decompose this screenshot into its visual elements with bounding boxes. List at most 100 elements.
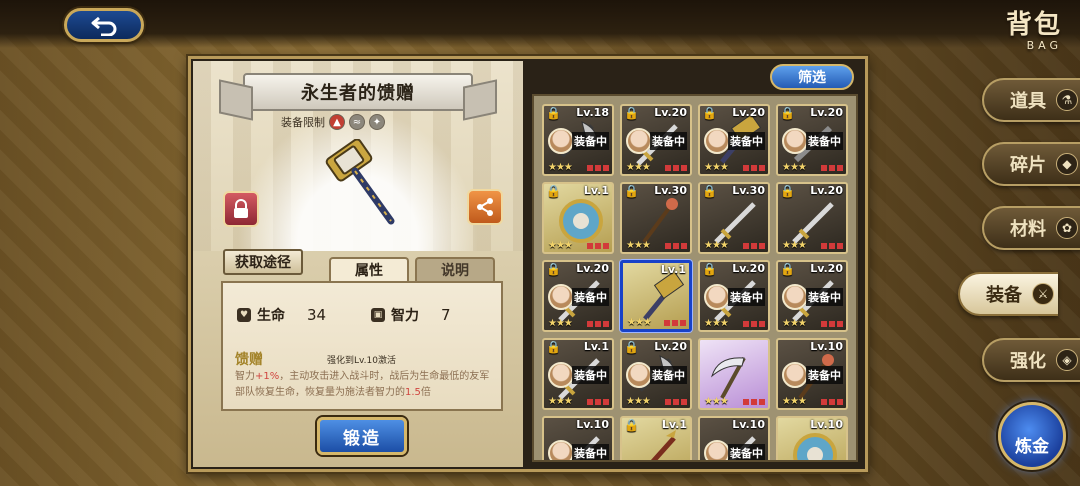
slot-level: Lv.20 <box>732 262 765 275</box>
back-button[interactable] <box>64 8 144 42</box>
inventory-slot[interactable]: ★★★ <box>698 338 770 410</box>
item-showcase: 永生者的馈赠 装备限制 ▲ ≈ ✦ <box>193 61 523 251</box>
star-rating: ★★★ <box>704 318 729 329</box>
star-rating: ★★★ <box>548 162 573 173</box>
inventory-slot[interactable]: 🔒 Lv.1 装备中 ★★★ <box>542 338 614 410</box>
lock-icon: 🔒 <box>624 340 639 354</box>
star-rating: ★★★ <box>782 318 807 329</box>
inventory-slot[interactable]: Lv.10装备中★★★ <box>776 338 848 410</box>
tab-attributes[interactable]: 属性 <box>329 257 409 281</box>
refine-marks <box>743 243 765 249</box>
lock-icon: 🔒 <box>702 262 717 276</box>
star-rating: ★★★ <box>704 240 729 251</box>
equipped-badge: 装备中 <box>572 366 609 384</box>
inventory-grid: 🔒 Lv.18 装备中 ★★★ 🔒 Lv.20 装备中 ★★★ 🔒 Lv.20 装备中 ★★★ 🔒 Lv.… <box>542 104 848 460</box>
tab-description[interactable]: 说明 <box>415 257 495 281</box>
equipped-badge: 装备中 <box>806 366 843 384</box>
lock-icon: 🔒 <box>546 262 561 276</box>
filter-button[interactable]: 筛选 <box>770 64 854 90</box>
lock-icon: 🔒 <box>780 106 795 120</box>
slot-level: Lv.1 <box>660 263 686 276</box>
alchemy-button[interactable]: 炼金 <box>998 402 1066 470</box>
forge-button[interactable]: 锻造 <box>317 417 407 455</box>
slot-level: Lv.20 <box>732 106 765 119</box>
page-title: 背包 BAG <box>1006 4 1062 52</box>
share-button[interactable] <box>467 189 503 225</box>
side-nav-item[interactable]: 强化 ◈ <box>982 338 1080 382</box>
page-title-cn: 背包 <box>1005 10 1062 40</box>
side-nav-item[interactable]: 材料 ✿ <box>982 206 1080 250</box>
class-mage-icon: ≈ <box>349 114 365 130</box>
slot-level: Lv.10 <box>810 340 843 353</box>
refine-marks <box>587 321 609 327</box>
slot-level: Lv.20 <box>654 340 687 353</box>
slot-level: Lv.20 <box>810 262 843 275</box>
refine-marks <box>587 165 609 171</box>
slot-level: Lv.20 <box>810 106 843 119</box>
alchemy-label: 炼金 <box>1015 437 1049 457</box>
lock-icon: 🔒 <box>702 106 717 120</box>
slot-level: Lv.1 <box>583 340 609 353</box>
lock-icon: 🔒 <box>624 106 639 120</box>
shield-weapon-icon <box>793 433 837 460</box>
inventory-slot[interactable]: Lv.10装备中★★★ <box>698 416 770 460</box>
star-rating: ★★★ <box>548 240 573 251</box>
hero-avatar <box>548 362 574 388</box>
inventory-slot[interactable]: Lv.1 ★★★ <box>620 260 692 332</box>
star-rating: ★★★ <box>548 318 573 329</box>
hero-avatar <box>704 284 730 310</box>
equipped-badge: 装备中 <box>572 444 609 460</box>
star-rating: ★★★ <box>626 396 651 407</box>
gift-desc-prefix: 智力 <box>235 371 255 382</box>
equipped-badge: 装备中 <box>728 288 765 306</box>
inventory-slot[interactable]: Lv.10★★★ <box>776 416 848 460</box>
acquire-route-button[interactable]: 获取途径 <box>223 249 303 275</box>
inventory-slot[interactable]: 🔒 Lv.20 装备中 ★★★ <box>542 260 614 332</box>
slot-level: Lv.10 <box>732 418 765 431</box>
inventory-slot[interactable]: Lv.10装备中★★★ <box>542 416 614 460</box>
book-icon: ▣ <box>371 308 385 322</box>
lock-icon: 🔒 <box>624 184 639 198</box>
inventory-slot[interactable]: 🔒 Lv.20 装备中 ★★★ <box>698 104 770 176</box>
side-nav-label: 材料 <box>1010 219 1046 240</box>
refine-marks <box>821 321 843 327</box>
inventory-slot[interactable]: 🔒Lv.1★★★ <box>620 416 692 460</box>
class-warrior-icon: ▲ <box>329 114 345 130</box>
equipped-badge: 装备中 <box>572 288 609 306</box>
side-nav-item[interactable]: 装备 ⚔ <box>958 272 1058 316</box>
shard-icon: ◆ <box>1056 153 1078 175</box>
star-rating: ★★★ <box>548 396 573 407</box>
equipped-badge: 装备中 <box>728 132 765 150</box>
gift-desc-suffix: 倍 <box>420 387 431 398</box>
inventory-slot[interactable]: 🔒 Lv.20 装备中 ★★★ <box>776 260 848 332</box>
class-healer-icon: ✦ <box>369 114 385 130</box>
side-nav-item[interactable]: 道具 ⚗ <box>982 78 1080 122</box>
spear-weapon-icon <box>650 430 676 460</box>
side-nav-item[interactable]: 碎片 ◆ <box>982 142 1080 186</box>
equipment-icon: ⚔ <box>1032 283 1054 305</box>
inventory-slot[interactable]: 🔒 Lv.20 ★★★ <box>776 182 848 254</box>
inventory-slot[interactable]: 🔒 Lv.18 装备中 ★★★ <box>542 104 614 176</box>
inventory-slot[interactable]: 🔒 Lv.30 ★★★ <box>698 182 770 254</box>
side-nav-label: 碎片 <box>1010 155 1046 176</box>
inventory-slot[interactable]: 🔒 Lv.20 装备中 ★★★ <box>620 338 692 410</box>
inventory-panel: 🔒 Lv.18 装备中 ★★★ 🔒 Lv.20 装备中 ★★★ 🔒 Lv.20 装备中 ★★★ 🔒 Lv.… <box>532 94 858 462</box>
inventory-slot[interactable]: 🔒 Lv.20 装备中 ★★★ <box>620 104 692 176</box>
gift-unlock-condition: 强化到Lv.10激活 <box>327 356 396 366</box>
equipped-badge: 装备中 <box>806 132 843 150</box>
inventory-slot[interactable]: 🔒 Lv.20 装备中 ★★★ <box>776 104 848 176</box>
star-rating: ★★★ <box>627 317 652 328</box>
refine-marks <box>821 243 843 249</box>
lock-button[interactable] <box>223 191 259 227</box>
star-rating: ★★★ <box>626 162 651 173</box>
lock-icon: 🔒 <box>546 340 561 354</box>
equipped-badge: 装备中 <box>650 366 687 384</box>
hero-avatar <box>782 362 808 388</box>
inventory-slot[interactable]: 🔒 Lv.30 ★★★ <box>620 182 692 254</box>
inventory-slot[interactable]: 🔒Lv.1★★★ <box>542 182 614 254</box>
gift-desc-multiplier: 1.5 <box>405 387 421 398</box>
inventory-slot[interactable]: 🔒 Lv.20 装备中 ★★★ <box>698 260 770 332</box>
slot-level: Lv.1 <box>583 184 609 197</box>
refine-marks <box>743 165 765 171</box>
slot-level: Lv.30 <box>654 184 687 197</box>
